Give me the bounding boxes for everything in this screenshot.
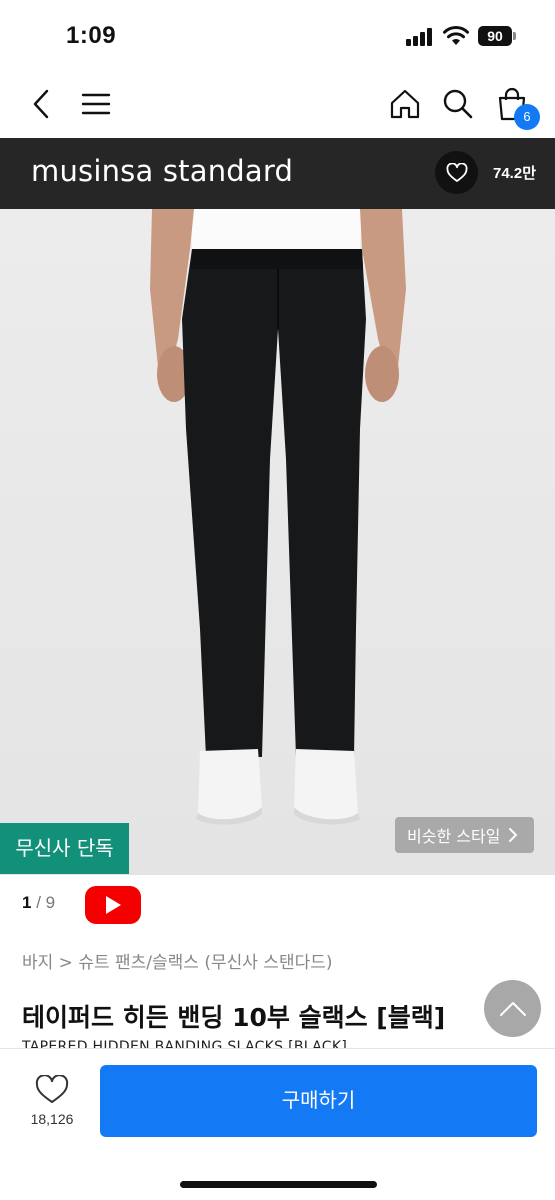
back-button[interactable] bbox=[22, 84, 62, 124]
menu-button[interactable] bbox=[76, 84, 116, 124]
similar-style-label: 비슷한 스타일 bbox=[407, 827, 501, 846]
battery-icon: 90 bbox=[478, 26, 516, 46]
pager-total: 9 bbox=[45, 893, 56, 912]
product-title: 테이퍼드 히든 밴딩 10부 슬랙스 [블랙] bbox=[22, 1003, 446, 1032]
pager-separator: / bbox=[36, 893, 41, 912]
buy-button[interactable]: 구매하기 bbox=[100, 1065, 537, 1137]
chevron-right-icon bbox=[509, 828, 518, 842]
back-icon bbox=[33, 89, 49, 119]
chevron-up-icon bbox=[499, 1001, 526, 1016]
heart-icon bbox=[35, 1074, 69, 1103]
brand-bar[interactable]: musinsa standard 74.2만 bbox=[0, 138, 555, 209]
bottom-action-bar: 18,126 구매하기 bbox=[0, 1048, 555, 1200]
heart-icon bbox=[446, 162, 467, 182]
battery-level: 90 bbox=[478, 26, 512, 46]
pager-current: 1 bbox=[22, 893, 32, 912]
home-button[interactable] bbox=[385, 84, 425, 124]
home-icon bbox=[390, 89, 420, 119]
cart-count-badge: 6 bbox=[514, 104, 540, 130]
product-image[interactable] bbox=[0, 209, 555, 875]
product-like-button[interactable]: 18,126 bbox=[22, 1074, 82, 1127]
status-time: 1:09 bbox=[66, 22, 117, 49]
search-icon bbox=[443, 89, 473, 119]
product-like-count: 18,126 bbox=[30, 1111, 74, 1127]
brand-name[interactable]: musinsa standard bbox=[31, 154, 293, 188]
cellular-signal-icon bbox=[406, 28, 434, 46]
status-bar: 1:09 90 bbox=[0, 0, 555, 70]
product-photo bbox=[0, 209, 555, 875]
youtube-button[interactable] bbox=[85, 886, 141, 924]
brand-like-button[interactable] bbox=[435, 151, 478, 194]
home-indicator bbox=[180, 1181, 377, 1188]
wifi-icon bbox=[443, 26, 469, 45]
scroll-top-button[interactable] bbox=[484, 980, 541, 1037]
search-button[interactable] bbox=[438, 84, 478, 124]
image-pager: 1 / 9 bbox=[22, 893, 55, 913]
similar-style-button[interactable]: 비슷한 스타일 bbox=[395, 817, 534, 853]
nav-header bbox=[0, 70, 555, 138]
brand-like-count: 74.2만 bbox=[493, 165, 536, 182]
youtube-icon bbox=[106, 896, 121, 914]
breadcrumb[interactable]: 바지 > 슈트 팬츠/슬랙스 (무신사 스탠다드) bbox=[22, 948, 333, 973]
menu-icon bbox=[81, 93, 111, 115]
exclusive-badge: 무신사 단독 bbox=[0, 823, 129, 874]
